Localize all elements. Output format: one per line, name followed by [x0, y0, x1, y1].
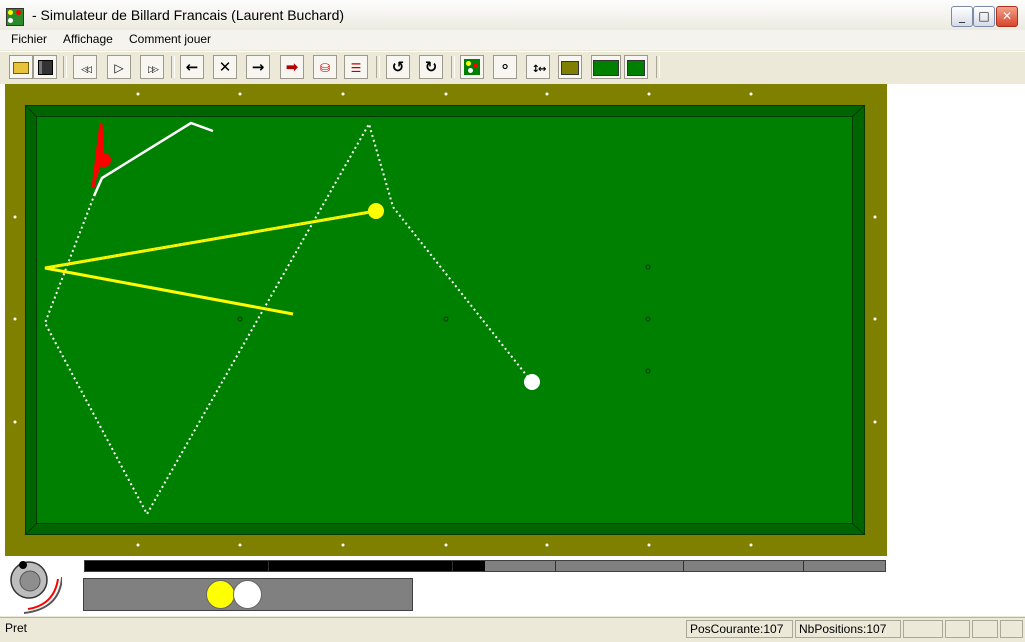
- select-white-ball[interactable]: [233, 580, 262, 609]
- display-icon: [561, 61, 579, 75]
- fast-forward-icon: ▷▷: [148, 65, 159, 75]
- progress-fill: [85, 561, 485, 571]
- fast-forward-button[interactable]: ▷▷: [140, 55, 164, 79]
- arrow-right-icon: →: [251, 58, 265, 76]
- next-shot-button[interactable]: →: [246, 55, 270, 79]
- open-file-button[interactable]: [9, 55, 33, 79]
- rotate-left-icon: ↺: [391, 58, 405, 76]
- toolbar: ◁◁ ▷ ▷▷ ← ✕ → ➡ ⛁ ☰ ↺ ↻ ⚬ ↕↔: [0, 51, 1025, 85]
- status-nb-positions: NbPositions:107: [795, 620, 901, 638]
- ball-selector-panel: [83, 578, 413, 611]
- resize-grip[interactable]: [1000, 620, 1023, 638]
- status-pos-courante: PosCourante:107: [686, 620, 793, 638]
- balls-view-button[interactable]: ⚬: [493, 55, 517, 79]
- rewind-icon: ◁◁: [81, 65, 92, 75]
- menu-fichier[interactable]: Fichier: [11, 32, 47, 46]
- list-icon: ☰: [350, 61, 362, 75]
- arrow-right-red-icon: ➡: [285, 58, 299, 76]
- full-table-icon: [593, 60, 619, 76]
- billiard-table-cloth[interactable]: [36, 116, 853, 524]
- list-button[interactable]: ☰: [344, 55, 368, 79]
- display-button[interactable]: [558, 55, 582, 79]
- status-empty-3: [972, 620, 998, 638]
- save-button[interactable]: [33, 55, 57, 79]
- table-view-icon: [464, 59, 480, 75]
- resize-button[interactable]: ↕↔: [526, 55, 550, 79]
- table-view-button[interactable]: [460, 55, 484, 79]
- play-button[interactable]: ▷: [107, 55, 131, 79]
- app-icon: [6, 8, 24, 26]
- title-bar: - Simulateur de Billard Francais (Lauren…: [0, 0, 1025, 31]
- rotate-left-button[interactable]: ↺: [386, 55, 410, 79]
- full-table-button[interactable]: [591, 55, 621, 79]
- spin-control[interactable]: [6, 559, 62, 615]
- side-area: [887, 84, 1025, 556]
- rotate-right-button[interactable]: ↻: [419, 55, 443, 79]
- status-empty-1: [903, 620, 943, 638]
- rewind-button[interactable]: ◁◁: [73, 55, 97, 79]
- close-button[interactable]: ✕: [996, 6, 1018, 27]
- rotate-right-icon: ↻: [424, 58, 438, 76]
- previous-shot-button[interactable]: ←: [180, 55, 204, 79]
- swap-table-icon: [627, 60, 645, 76]
- play-icon: ▷: [114, 61, 124, 75]
- maximize-button[interactable]: □: [973, 6, 995, 27]
- position-progress[interactable]: [84, 560, 886, 572]
- swap-table-button[interactable]: [624, 55, 648, 79]
- cancel-button[interactable]: ✕: [213, 55, 237, 79]
- window-title: - Simulateur de Billard Francais (Lauren…: [32, 7, 345, 23]
- stack-button[interactable]: ⛁: [313, 55, 337, 79]
- menu-comment-jouer[interactable]: Comment jouer: [129, 32, 211, 46]
- menu-bar: Fichier Affichage Comment jouer: [0, 30, 1025, 50]
- save-icon: [37, 60, 53, 75]
- menu-affichage[interactable]: Affichage: [63, 32, 113, 46]
- resize-icon: ↕↔: [531, 64, 547, 75]
- status-bar: Pret PosCourante:107 NbPositions:107: [0, 617, 1025, 642]
- cancel-x-icon: ✕: [218, 58, 232, 76]
- status-text: Pret: [5, 621, 28, 635]
- minimize-button[interactable]: _: [951, 6, 973, 27]
- play-shot-button[interactable]: ➡: [280, 55, 304, 79]
- select-yellow-ball[interactable]: [206, 580, 235, 609]
- spin-point-icon: [19, 561, 27, 569]
- open-file-icon: [13, 62, 29, 74]
- stack-icon: ⛁: [319, 61, 331, 75]
- balls-view-icon: ⚬: [498, 58, 512, 76]
- arrow-left-icon: ←: [185, 58, 199, 76]
- status-empty-2: [945, 620, 970, 638]
